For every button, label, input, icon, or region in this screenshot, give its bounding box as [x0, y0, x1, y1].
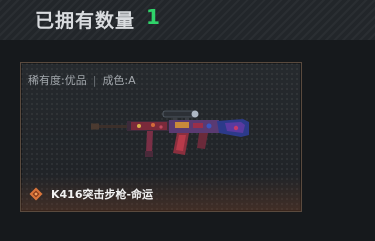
meta-separator: | [92, 74, 97, 87]
condition-label: 成色:A [102, 74, 136, 87]
diamond-rarity-icon [29, 187, 43, 201]
owned-count-title: 已拥有数量 [35, 10, 136, 32]
assault-rifle-image [91, 110, 249, 157]
item-name: K416突击步枪-命运 [51, 188, 154, 201]
rarity-label: 稀有度:优品 [28, 74, 87, 87]
item-card[interactable]: 稀有度:优品 | 成色:A K416突击步枪-命运 [20, 62, 302, 212]
item-meta: 稀有度:优品 | 成色:A [28, 72, 136, 88]
owned-count-value: 1 [146, 5, 160, 29]
item-name-row: K416突击步枪-命运 [29, 185, 153, 203]
